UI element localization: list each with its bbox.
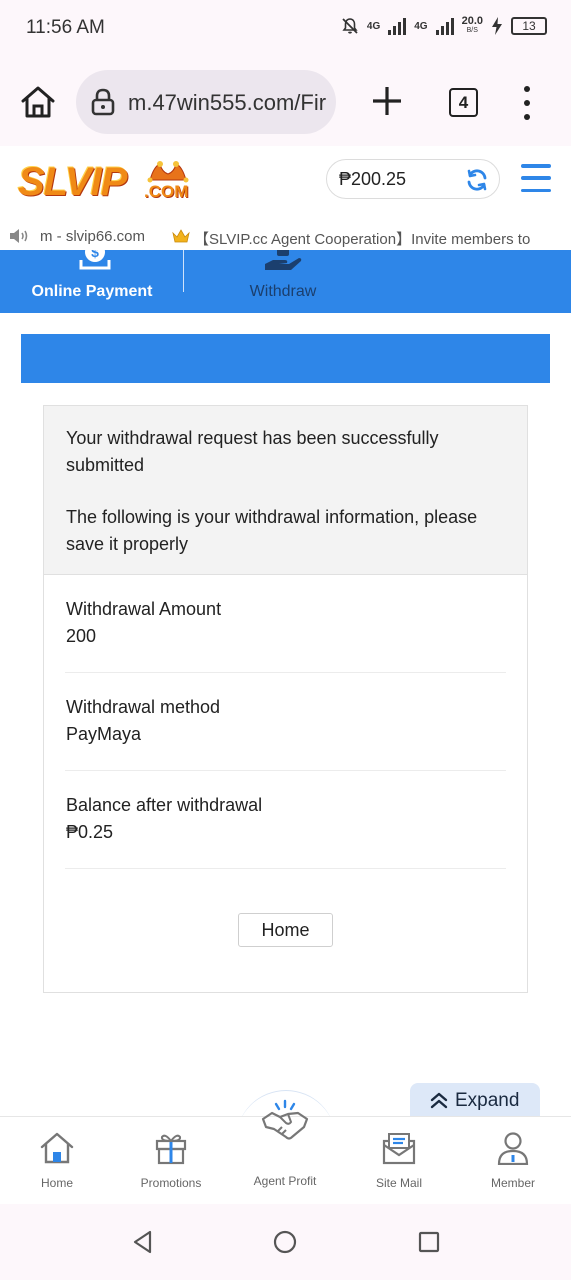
status-icons: 4G 4G 20.0 B/S 13	[341, 16, 547, 36]
withdrawal-method-row: Withdrawal method PayMaya	[65, 673, 506, 771]
section-banner	[21, 334, 550, 383]
nav-site-mail[interactable]: Site Mail	[342, 1117, 456, 1205]
balance-after-row: Balance after withdrawal ₱0.25	[65, 771, 506, 869]
nav-site-mail-label: Site Mail	[375, 1176, 422, 1190]
withdrawal-method-value: PayMaya	[66, 724, 142, 744]
logo-text: SLVIP	[18, 160, 127, 204]
result-message-box: Your withdrawal request has been success…	[44, 406, 527, 575]
nav-home[interactable]: Home	[0, 1117, 114, 1205]
new-tab-icon[interactable]	[370, 84, 404, 118]
url-text: m.47win555.com/Fir	[128, 90, 327, 115]
site-menu-icon[interactable]	[521, 164, 551, 192]
lock-icon	[91, 88, 115, 116]
withdrawal-method-label: Withdrawal method	[66, 697, 221, 717]
balance-after-label: Balance after withdrawal	[66, 795, 263, 815]
user-icon	[497, 1132, 529, 1165]
recents-icon[interactable]	[417, 1230, 441, 1254]
system-navigation-bar	[0, 1204, 571, 1280]
balance-amount: ₱200.25	[339, 169, 407, 189]
success-message: Your withdrawal request has been success…	[66, 428, 439, 475]
logo-suffix: .COM	[144, 182, 189, 201]
home-circle-icon[interactable]	[273, 1230, 297, 1254]
network-type-1: 4G	[366, 20, 381, 32]
svg-text:$: $	[91, 250, 99, 260]
expand-button[interactable]: Expand	[410, 1083, 540, 1117]
nav-member-label: Member	[490, 1176, 535, 1190]
marquee-message: 【SLVIP.cc Agent Cooperation】Invite membe…	[194, 231, 531, 248]
charging-icon	[492, 17, 502, 35]
nav-agent-profit[interactable]: Agent Profit	[228, 1099, 342, 1205]
handshake-icon	[261, 1099, 309, 1140]
nav-promotions-label: Promotions	[140, 1176, 202, 1190]
tab-online-payment[interactable]: $ Online Payment	[0, 250, 184, 313]
status-time: 11:56 AM	[26, 17, 105, 38]
nav-home-label: Home	[40, 1176, 73, 1190]
speaker-icon	[10, 229, 28, 243]
mute-notification-icon	[342, 18, 358, 34]
expand-label: Expand	[455, 1090, 520, 1111]
nav-promotions[interactable]: Promotions	[114, 1117, 228, 1205]
browser-menu-icon[interactable]	[518, 86, 536, 120]
withdrawal-result-card: Your withdrawal request has been success…	[43, 405, 528, 993]
announcement-marquee[interactable]: m - slvip66.com 【SLVIP.cc Agent Cooperat…	[0, 222, 571, 250]
battery-icon: 13	[511, 17, 547, 35]
mail-icon	[382, 1133, 416, 1165]
nav-agent-profit-label: Agent Profit	[253, 1174, 317, 1188]
network-type-2: 4G	[414, 20, 428, 32]
home-button[interactable]: Home	[238, 913, 333, 947]
tab-switcher-button[interactable]: 4	[449, 88, 478, 117]
tab-online-payment-label: Online Payment	[31, 283, 153, 300]
net-speed-unit: B/S	[466, 27, 478, 34]
browser-home-icon[interactable]	[18, 82, 58, 122]
net-speed: 20.0 B/S	[462, 16, 483, 36]
crown-icon	[172, 229, 190, 243]
marquee-site: m - slvip66.com	[40, 228, 146, 245]
tab-divider	[183, 250, 184, 292]
refresh-icon[interactable]	[465, 168, 489, 192]
double-chevron-up-icon	[430, 1092, 448, 1109]
balance-display: ₱200.25	[326, 159, 500, 199]
address-bar[interactable]: m.47win555.com/Fir	[76, 70, 336, 134]
withdraw-icon	[265, 250, 302, 270]
signal-2-icon	[435, 17, 454, 35]
net-speed-value: 20.0	[461, 15, 483, 27]
bottom-navigation: Home Promotions Agent Profit Site Mail M…	[0, 1099, 571, 1205]
withdrawal-amount-value: 200	[66, 626, 97, 646]
nav-member[interactable]: Member	[456, 1117, 570, 1205]
site-header: SLVIP .COM ₱200.25	[0, 146, 571, 222]
balance-after-value: ₱0.25	[66, 822, 114, 842]
site-logo[interactable]: SLVIP .COM	[18, 160, 198, 208]
back-icon[interactable]	[131, 1230, 155, 1254]
withdrawal-amount-row: Withdrawal Amount 200	[65, 575, 506, 673]
withdrawal-amount-label: Withdrawal Amount	[66, 599, 222, 619]
status-bar: 11:56 AM 4G 4G 20.0 B/S 13	[0, 0, 571, 58]
gift-icon	[155, 1134, 187, 1165]
tab-withdraw-label: Withdraw	[249, 283, 317, 300]
signal-1-icon	[388, 17, 407, 35]
info-message: The following is your withdrawal informa…	[66, 507, 478, 554]
jester-crown-icon	[147, 161, 189, 183]
home-icon	[40, 1132, 74, 1164]
browser-toolbar: m.47win555.com/Fir 4	[0, 58, 571, 146]
tab-withdraw[interactable]: Withdraw	[185, 250, 381, 313]
payment-tab-bar: $ Online Payment Withdraw	[0, 250, 571, 313]
deposit-icon: $	[79, 250, 111, 270]
